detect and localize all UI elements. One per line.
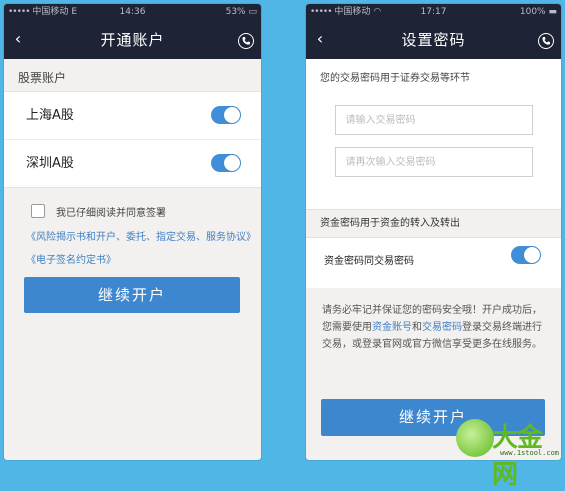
trade-password-input[interactable]: 请输入交易密码 xyxy=(334,105,533,135)
account-toggle-shenzhen[interactable] xyxy=(211,154,241,172)
risk-disclosure-link[interactable]: 《风险揭示书和开户、委托、指定交易、服务协议》 xyxy=(4,228,261,248)
agree-checkbox[interactable] xyxy=(31,204,45,218)
account-row-shenzhen: 深圳A股 xyxy=(4,140,261,187)
trade-password-confirm-input[interactable]: 请再次输入交易密码 xyxy=(334,147,533,177)
watermark-url: www.1stool.com xyxy=(500,449,560,457)
status-bar: ••••• 中国移动 E 14:36 53% ▭ xyxy=(4,4,261,21)
account-row-shanghai: 上海A股 xyxy=(4,92,261,140)
account-label: 深圳A股 xyxy=(26,156,74,171)
trade-password-hint: 您的交易密码用于证券交易等环节 xyxy=(320,73,470,84)
page-title: 开通账户 xyxy=(100,31,165,49)
same-password-toggle[interactable] xyxy=(511,246,541,264)
status-time: 14:36 xyxy=(119,7,146,17)
battery-percent: 100% xyxy=(519,7,546,17)
set-password-screen: ••••• 中国移动 ◠ 17:17 100% ▬ ‹ 设置密码 您的交易密码用… xyxy=(306,4,561,460)
e-signature-link[interactable]: 《电子签名约定书》 xyxy=(4,251,261,271)
account-label: 上海A股 xyxy=(26,108,74,123)
battery-icon: ▬ xyxy=(548,7,557,17)
watermark-circle-icon xyxy=(456,419,494,457)
battery-icon: ▭ xyxy=(248,7,257,17)
fund-password-hint: 资金密码用于资金的转入及转出 xyxy=(306,209,561,238)
watermark-logo: 大金网 www.1stool.com xyxy=(456,417,562,490)
trade-password-card: 您的交易密码用于证券交易等环节 请输入交易密码 请再次输入交易密码 xyxy=(306,59,561,209)
trade-password-link[interactable]: 交易密码 xyxy=(422,322,462,333)
open-account-screen: ••••• 中国移动 E 14:36 53% ▭ ‹ 开通账户 股票账户 上海A… xyxy=(4,4,261,460)
accounts-card: 上海A股 深圳A股 xyxy=(4,91,261,188)
phone-icon[interactable] xyxy=(238,33,254,49)
same-password-label: 资金密码同交易密码 xyxy=(324,256,414,267)
page-title: 设置密码 xyxy=(401,31,466,49)
fund-account-link[interactable]: 资金账号 xyxy=(372,322,412,333)
status-bar: ••••• 中国移动 ◠ 17:17 100% ▬ xyxy=(306,4,561,21)
continue-button[interactable]: 继续开户 xyxy=(24,277,240,313)
same-password-row: 资金密码同交易密码 xyxy=(306,238,561,288)
nav-bar: ‹ 设置密码 xyxy=(306,21,561,59)
security-note: 请务必牢记并保证您的密码安全哦！开户成功后，您需要使用资金账号和交易密码登录交易… xyxy=(322,305,542,350)
section-title: 股票账户 xyxy=(18,71,67,85)
agreement-row: 我已仔细阅读并同意签署 xyxy=(4,200,261,222)
account-toggle-shanghai[interactable] xyxy=(211,106,241,124)
agreement-text: 我已仔细阅读并同意签署 xyxy=(56,208,166,219)
battery-percent: 53% xyxy=(225,7,246,17)
nav-bar: ‹ 开通账户 xyxy=(4,21,261,59)
phone-icon[interactable] xyxy=(538,33,554,49)
